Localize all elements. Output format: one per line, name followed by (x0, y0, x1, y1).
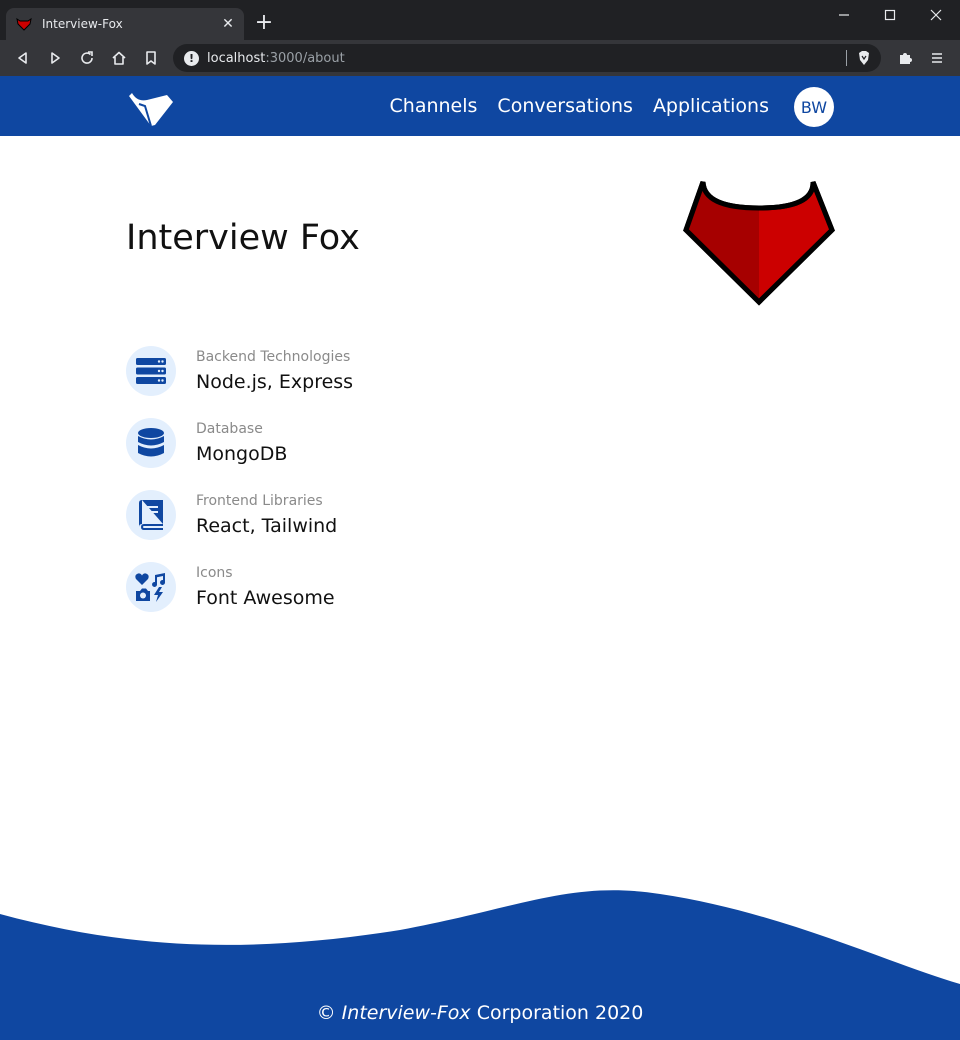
nav-link-conversations[interactable]: Conversations (497, 95, 633, 117)
bookmark-icon[interactable] (141, 48, 161, 68)
nav-link-applications[interactable]: Applications (653, 95, 769, 117)
extensions-icon[interactable] (895, 48, 915, 68)
reload-icon[interactable] (77, 48, 97, 68)
server-icon (126, 346, 176, 396)
home-icon[interactable] (109, 48, 129, 68)
page-title: Interview Fox (126, 218, 360, 258)
icons-icon (126, 562, 176, 612)
url-path: :3000/about (265, 50, 345, 66)
tech-value: MongoDB (196, 443, 288, 465)
footer-brand: Interview-Fox (341, 1002, 471, 1024)
minimize-window-button[interactable] (829, 5, 859, 25)
tab-close-icon[interactable]: ✕ (220, 16, 236, 32)
forward-icon[interactable] (45, 48, 65, 68)
browser-tab[interactable]: Interview-Fox ✕ (6, 8, 244, 40)
footer-suffix: Corporation 2020 (470, 1002, 644, 1024)
tech-value: Font Awesome (196, 587, 335, 609)
tech-item-frontend: Frontend Libraries React, Tailwind (126, 490, 353, 562)
tech-label: Icons (196, 565, 233, 581)
fox-favicon-icon (16, 16, 32, 32)
database-icon (126, 418, 176, 468)
back-icon[interactable] (13, 48, 33, 68)
close-window-button[interactable] (921, 5, 951, 25)
tab-title: Interview-Fox (42, 17, 123, 31)
book-icon (126, 490, 176, 540)
user-avatar[interactable]: BW (794, 87, 834, 127)
fox-logo-icon[interactable] (125, 84, 175, 128)
tech-label: Database (196, 421, 263, 437)
address-bar[interactable]: ! localhost:3000/about (173, 44, 881, 72)
tech-item-database: Database MongoDB (126, 418, 353, 490)
browser-tab-strip: Interview-Fox ✕ + (0, 0, 960, 40)
footer-prefix: © (316, 1002, 342, 1024)
nav-links: Channels Conversations Applications (370, 76, 769, 136)
address-bar-divider (846, 50, 847, 66)
brave-shield-icon[interactable] (856, 50, 872, 66)
tech-value: React, Tailwind (196, 515, 338, 537)
footer-copyright: © Interview-Fox Corporation 2020 (0, 1002, 960, 1024)
fox-hero-logo (682, 178, 836, 306)
site-info-icon[interactable]: ! (184, 50, 199, 66)
tech-item-icons: Icons Font Awesome (126, 562, 353, 634)
tech-value: Node.js, Express (196, 371, 354, 393)
tech-item-backend: Backend Technologies Node.js, Express (126, 346, 353, 418)
url-host: localhost (207, 50, 266, 66)
tech-label: Frontend Libraries (196, 493, 323, 509)
nav-link-channels[interactable]: Channels (390, 95, 478, 117)
new-tab-button[interactable]: + (252, 11, 276, 35)
tech-list: Backend Technologies Node.js, Express Da… (126, 346, 353, 634)
maximize-window-button[interactable] (875, 5, 905, 25)
menu-icon[interactable] (927, 48, 947, 68)
browser-toolbar: ! localhost:3000/about (0, 40, 960, 76)
tech-label: Backend Technologies (196, 349, 351, 365)
